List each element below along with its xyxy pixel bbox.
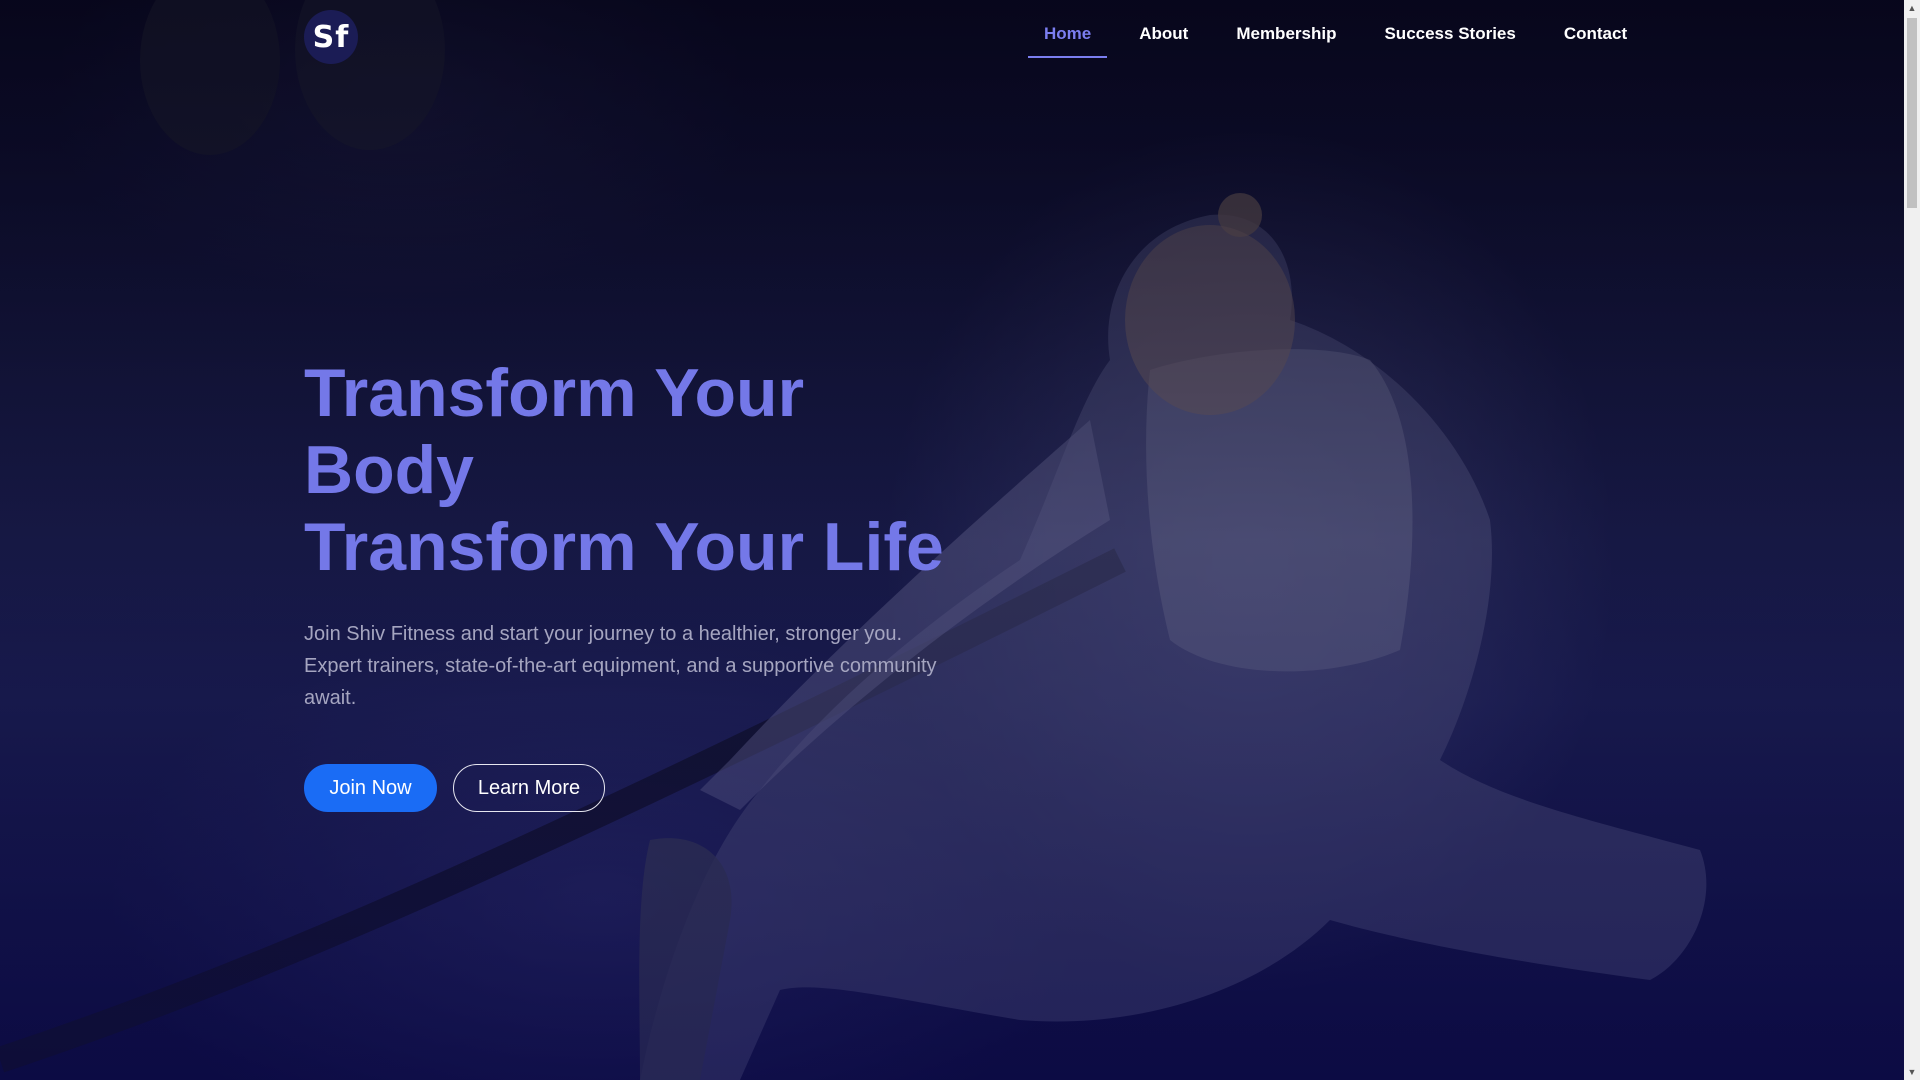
top-navbar: Sf Home About Membership Success Stories… — [0, 0, 1904, 70]
scroll-down-arrow-icon[interactable]: ▼ — [1904, 1064, 1920, 1080]
hero-title: Transform Your Body Transform Your Life — [304, 355, 954, 586]
vertical-scrollbar[interactable]: ▲ ▼ — [1904, 0, 1920, 1080]
nav-item-success-stories[interactable]: Success Stories — [1368, 22, 1531, 58]
page-viewport: Sf Home About Membership Success Stories… — [0, 0, 1904, 1080]
nav-item-home[interactable]: Home — [1028, 22, 1108, 58]
nav-item-contact[interactable]: Contact — [1548, 22, 1643, 58]
nav-links: Home About Membership Success Stories Co… — [1028, 22, 1659, 58]
scroll-up-arrow-icon[interactable]: ▲ — [1904, 0, 1920, 16]
hero-buttons: Join Now Learn More — [304, 764, 954, 812]
learn-more-button[interactable]: Learn More — [453, 764, 605, 812]
hero-title-line-2: Transform Your Life — [304, 509, 944, 585]
nav-item-membership[interactable]: Membership — [1220, 22, 1352, 58]
hero-title-line-1: Transform Your Body — [304, 355, 805, 508]
hero-subtitle: Join Shiv Fitness and start your journey… — [304, 623, 937, 709]
hero-section: Transform Your Body Transform Your Life … — [304, 355, 954, 812]
brand-logo[interactable]: Sf — [304, 10, 358, 64]
join-now-button[interactable]: Join Now — [304, 764, 437, 812]
scrollbar-thumb[interactable] — [1907, 18, 1917, 208]
nav-item-about[interactable]: About — [1123, 22, 1204, 58]
